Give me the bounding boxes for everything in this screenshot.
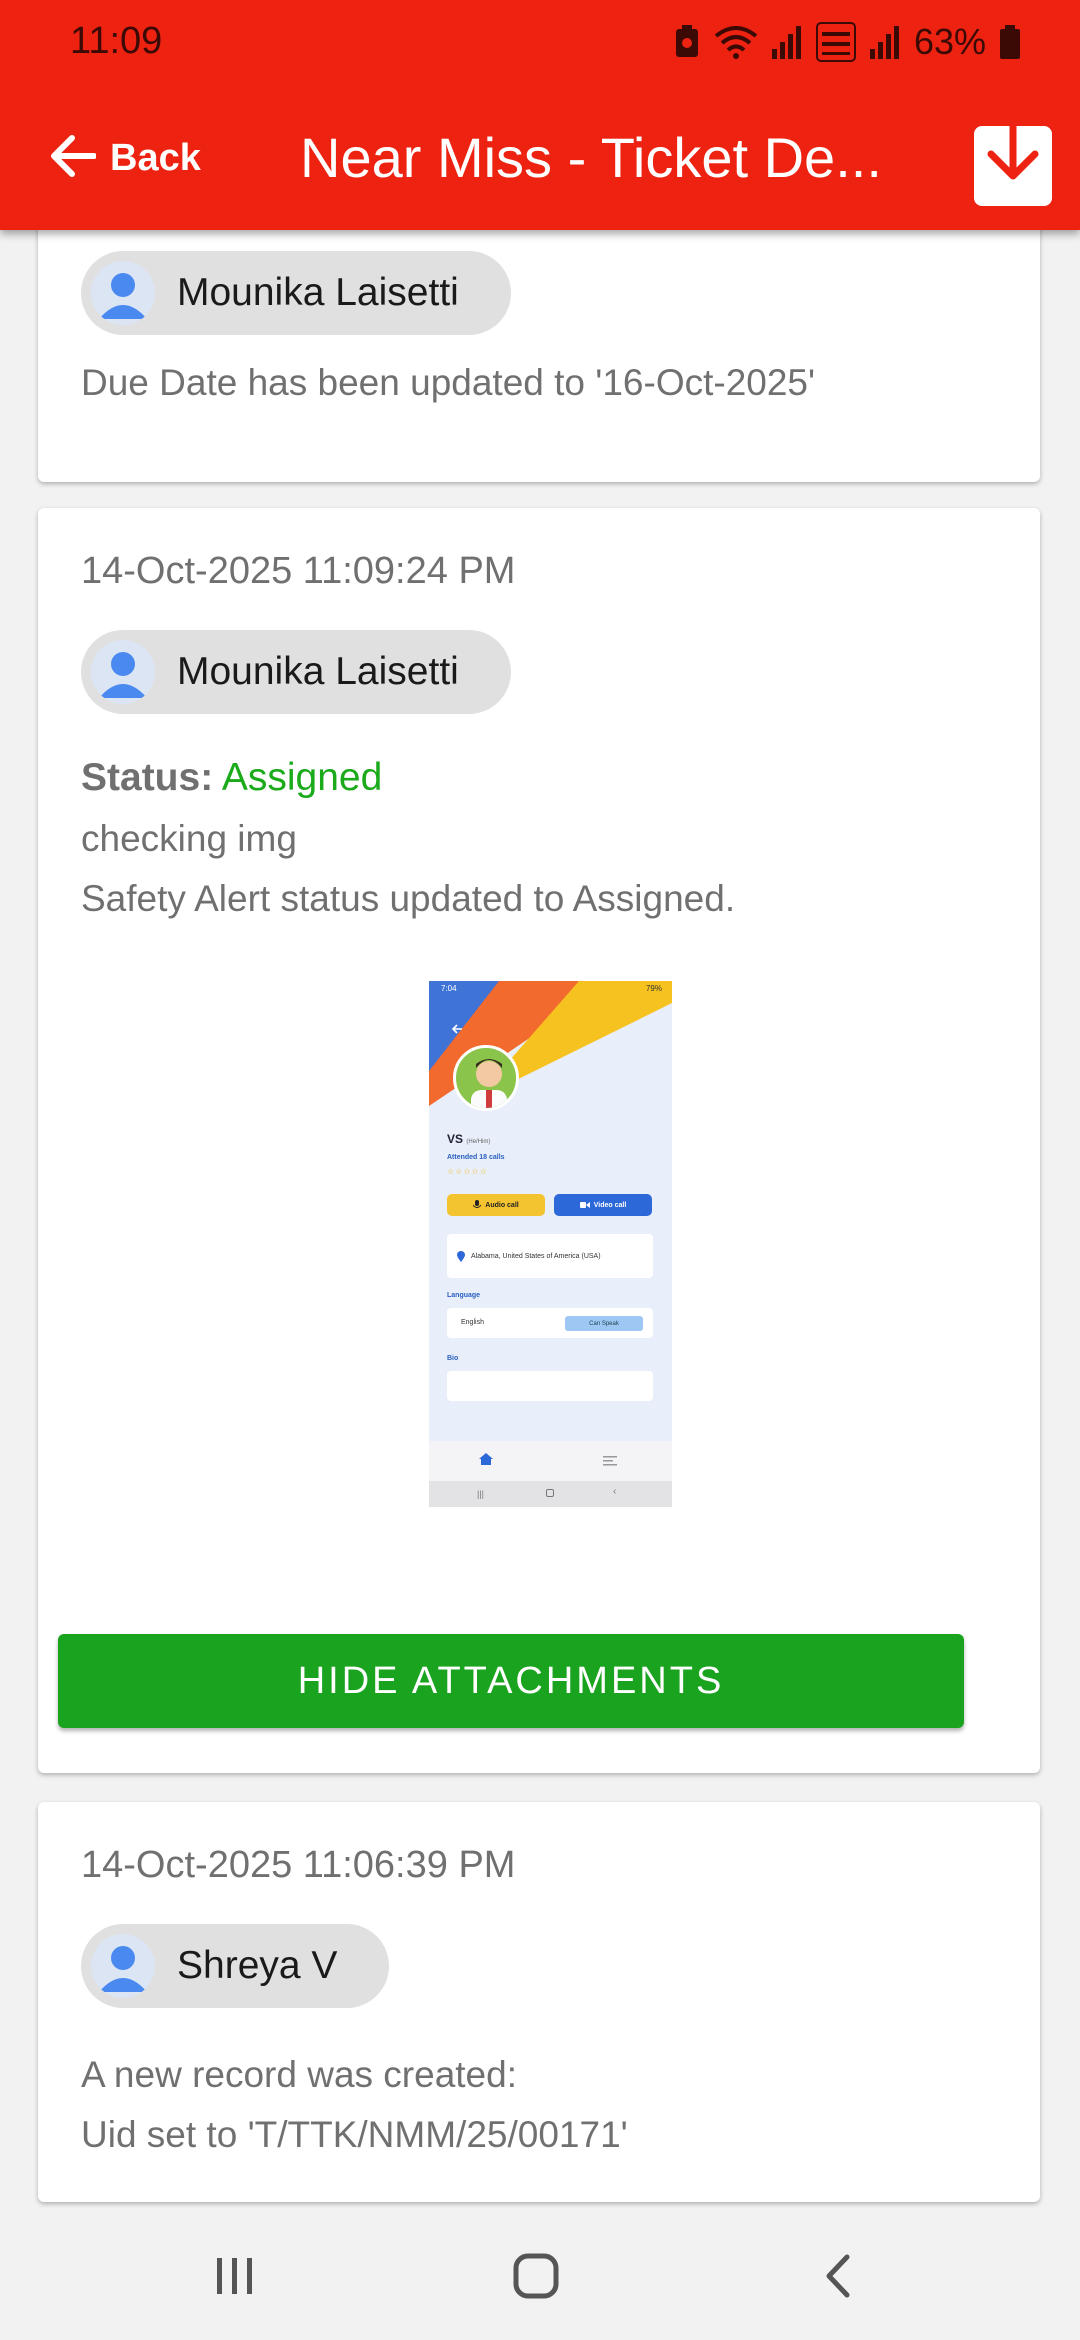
battery-icon [1000,25,1020,59]
thumb-language-heading: Language [447,1292,481,1299]
system-nav-bar [0,2214,1080,2340]
status-value: Assigned [221,756,383,799]
timeline-list[interactable]: Mounika Laisetti Due Date has been updat… [0,230,1080,2214]
status-label: Status: [81,756,214,799]
thumb-back-icon [451,1021,463,1039]
avatar [91,1934,155,1998]
thumb-nav-recents-icon: ||| [477,1489,485,1499]
recents-icon [215,2256,255,2301]
back-nav-button[interactable] [798,2248,878,2308]
thumb-home-icon [479,1452,493,1470]
avatar [91,640,155,704]
volte-icon [815,22,856,62]
back-label: Back [110,136,201,179]
history-line: Due Date has been updated to '16-Oct-202… [81,362,816,403]
thumb-nav-home-icon [546,1489,554,1497]
thumb-video-button: Video call [554,1194,652,1216]
timeline-card: 14-Oct-2025 11:09:24 PM Mounika Laisetti… [38,508,1040,1773]
status-time: 11:09 [70,20,163,62]
user-name: Mounika Laisetti [177,650,459,693]
thumb-name: VS (He/Him) [447,1132,491,1146]
download-button[interactable] [974,106,1052,206]
history-date: 14-Oct-2025 11:09:24 PM [81,550,516,592]
history-line: Uid set to 'T/TTK/NMM/25/00171' [81,2114,628,2155]
signal-icon-2 [869,25,900,59]
thumb-location-card: Alabama, United States of America (USA) [447,1234,653,1278]
history-line: checking img [81,818,297,859]
thumb-audio-button: Audio call [447,1194,545,1216]
wifi-icon [714,24,758,60]
thumb-status-battery: 79% [645,984,662,993]
home-icon [513,2253,559,2304]
page-title: Near Miss - Ticket De... [300,126,882,189]
timeline-card: Mounika Laisetti Due Date has been updat… [38,230,1040,482]
status-line: Status: Assigned [81,756,382,800]
recents-button[interactable] [195,2248,275,2308]
attachment-image[interactable]: 7:04 79% VS (He/Him) Attended 18 calls ☆… [429,981,672,1507]
thumb-bio-card [447,1371,653,1401]
user-name: Shreya V [177,1944,338,1987]
app-header: 11:09 63% Back Near Miss - Ticket De... [0,0,1080,230]
back-nav-icon [823,2254,853,2303]
history-line: Safety Alert status updated to Assigned. [81,878,736,919]
back-button[interactable]: Back [48,120,201,196]
thumb-menu-icon [603,1453,617,1471]
arrow-left-icon [48,134,97,183]
thumb-avatar [453,1045,519,1111]
thumb-nav-back-icon: ‹ [613,1486,617,1497]
battery-saver-icon [674,25,700,59]
thumb-language-card: English Can Speak [447,1308,653,1338]
user-name: Mounika Laisetti [177,271,459,314]
battery-percent: 63% [913,21,986,62]
status-bar: 11:09 63% [0,0,1080,84]
history-line: A new record was created: [81,2054,517,2095]
home-button[interactable] [496,2248,576,2308]
thumb-bio-heading: Bio [447,1355,459,1362]
thumb-status-time: 7:04 [441,984,457,993]
user-chip: Mounika Laisetti [81,251,511,335]
signal-icon [771,25,802,59]
history-date: 14-Oct-2025 11:06:39 PM [81,1844,516,1886]
user-chip: Shreya V [81,1924,390,2008]
thumb-attended: Attended 18 calls [447,1154,505,1161]
avatar [91,261,155,325]
hide-attachments-button[interactable]: HIDE ATTACHMENTS [58,1634,964,1728]
timeline-card: 14-Oct-2025 11:06:39 PM Shreya V A new r… [38,1802,1040,2202]
thumb-stars: ☆☆☆☆☆ [447,1167,488,1176]
user-chip: Mounika Laisetti [81,630,511,714]
